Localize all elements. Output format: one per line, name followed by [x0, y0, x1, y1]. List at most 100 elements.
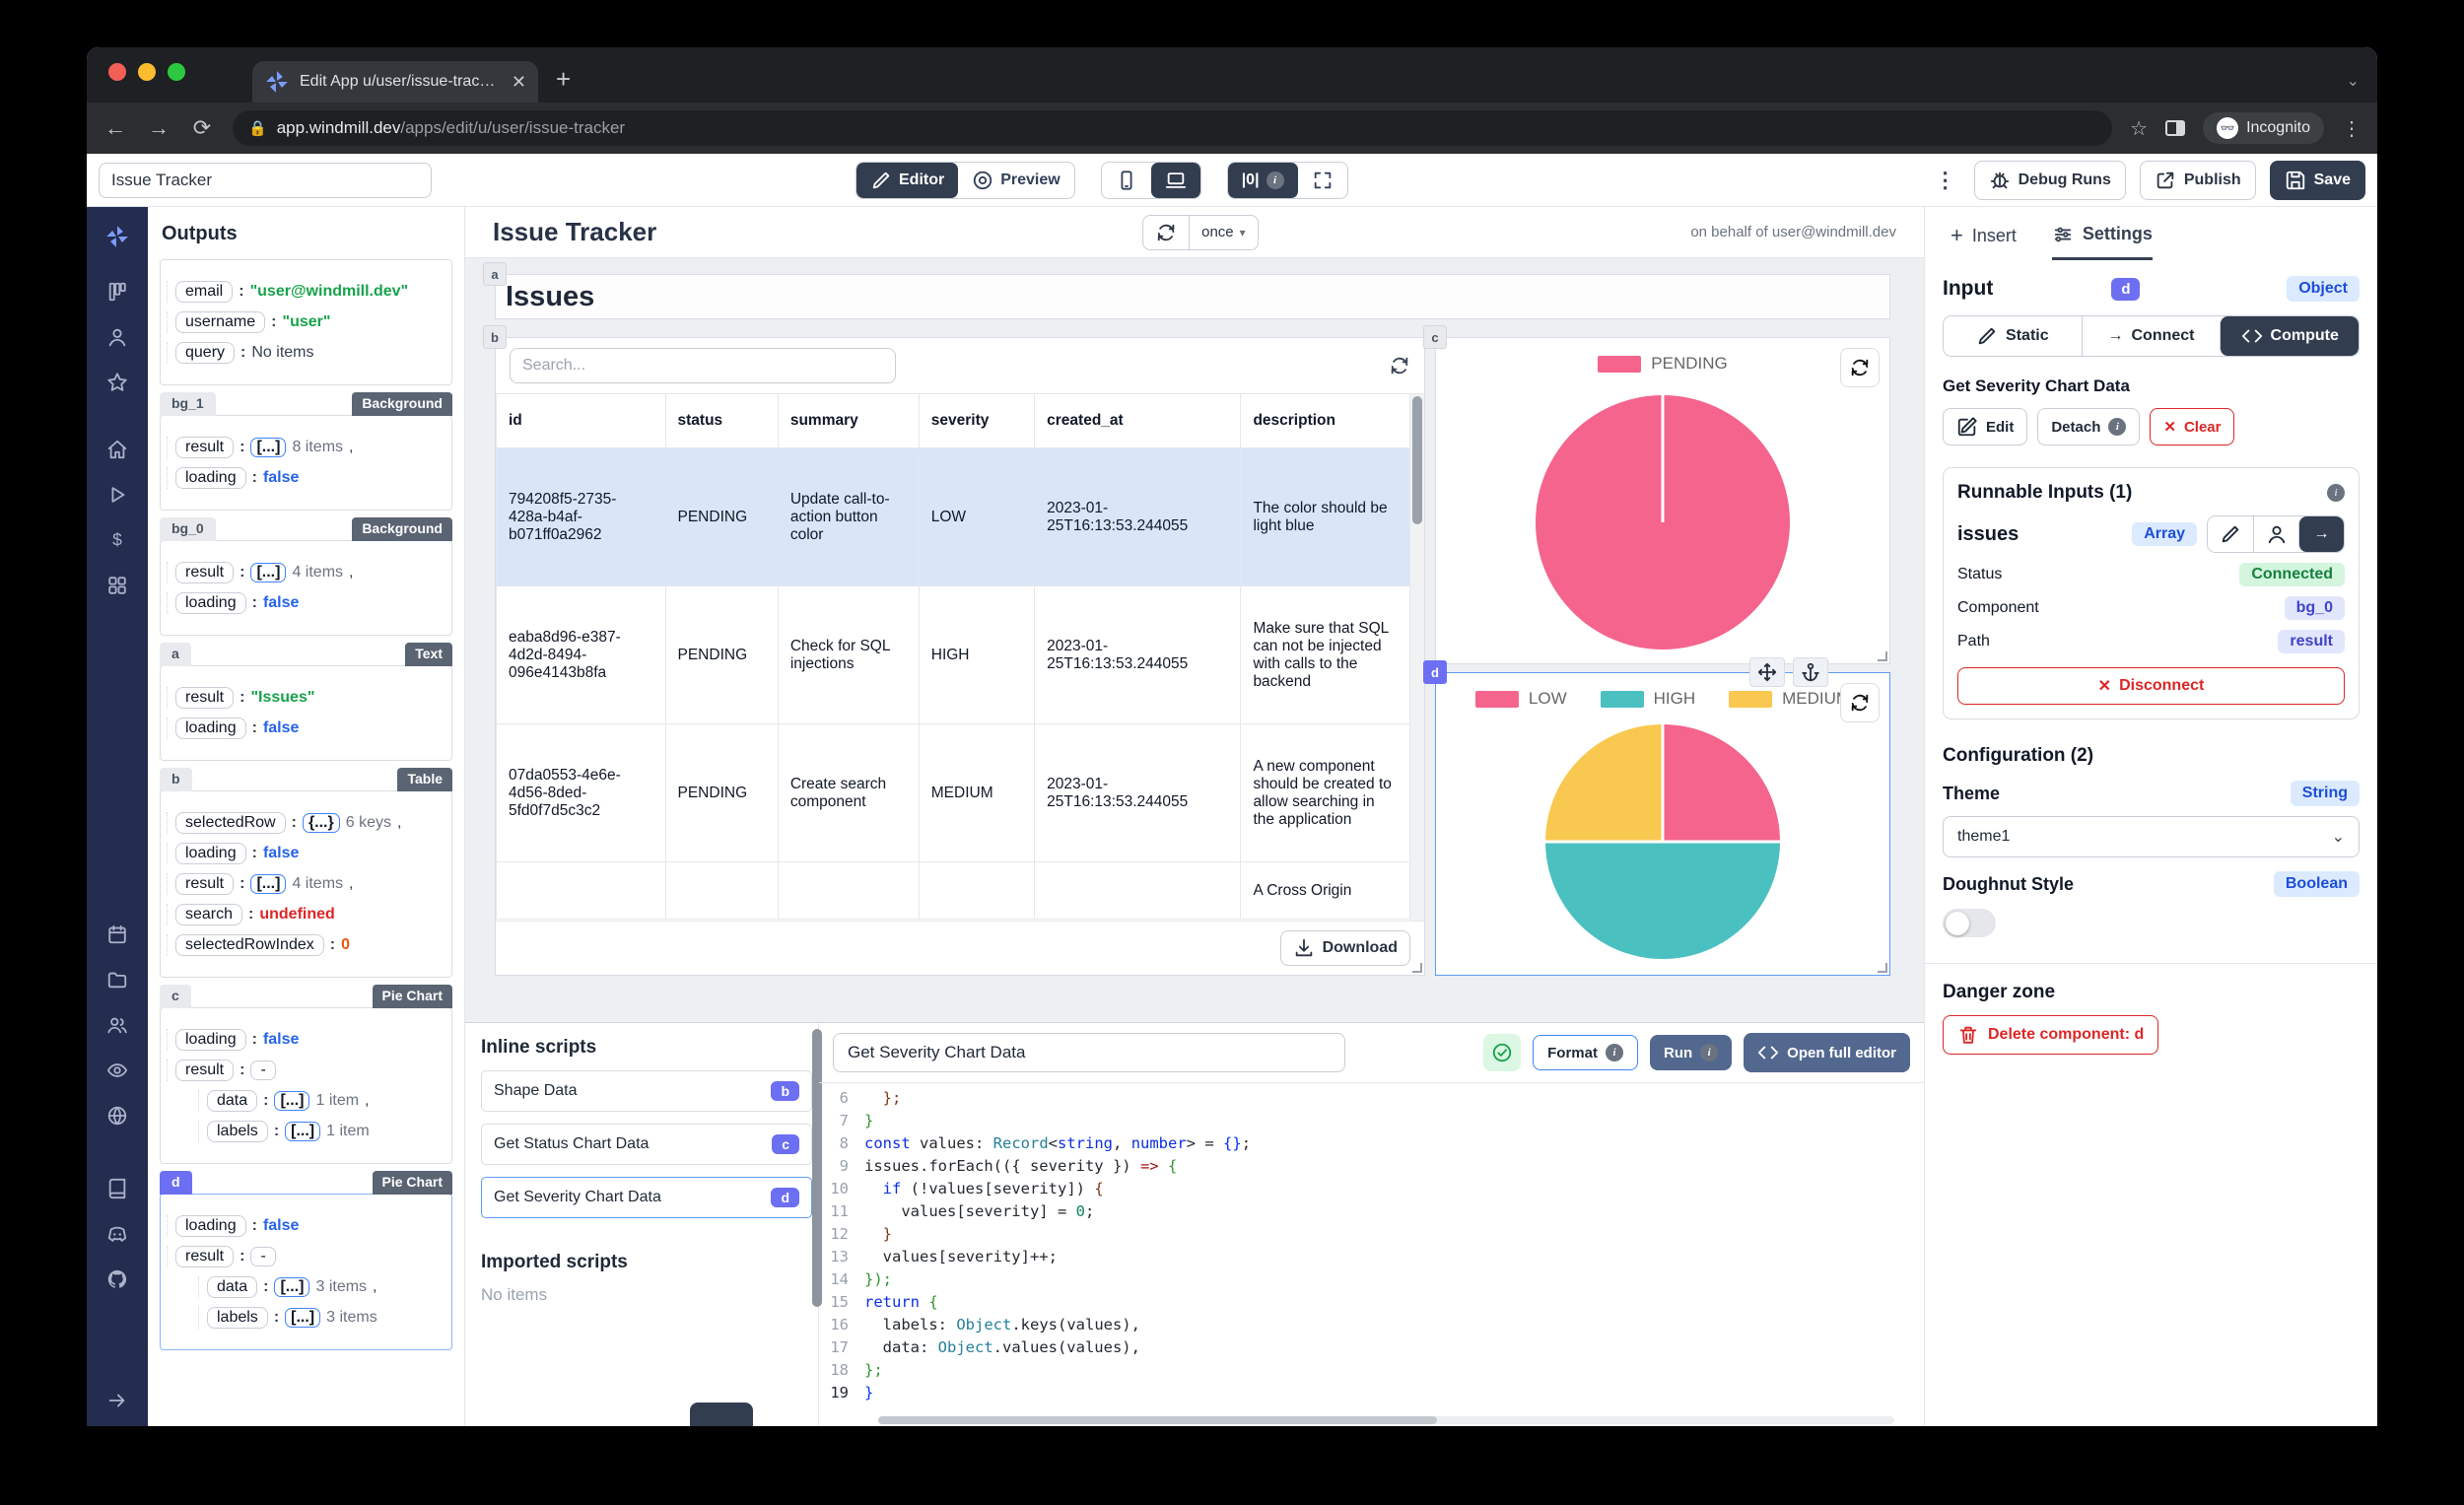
- output-card-a[interactable]: a Text result: "Issues" loading: false: [160, 643, 452, 761]
- output-collapsed-value[interactable]: [...]: [285, 1122, 321, 1141]
- table-cell[interactable]: LOW: [918, 447, 1036, 586]
- output-key[interactable]: email: [175, 281, 234, 303]
- output-key[interactable]: labels: [207, 1121, 268, 1142]
- table-row[interactable]: A Cross Origin: [496, 861, 1410, 920]
- code-line[interactable]: 12 }: [819, 1223, 1924, 1246]
- code-line[interactable]: 19}: [819, 1382, 1924, 1404]
- static-edit-icon[interactable]: [2208, 516, 2253, 552]
- output-collapsed-value[interactable]: [...]: [285, 1308, 321, 1328]
- compute-tab[interactable]: Compute: [2220, 316, 2359, 356]
- code-line[interactable]: 8 const values: Record<string, number> = …: [819, 1132, 1924, 1155]
- table-cell[interactable]: A new component should be created to all…: [1240, 723, 1410, 862]
- code-line[interactable]: 10 if (!values[severity]) {: [819, 1178, 1924, 1200]
- play-icon[interactable]: [98, 475, 137, 514]
- legend-item[interactable]: PENDING: [1598, 354, 1728, 374]
- table-cell[interactable]: MEDIUM: [918, 723, 1036, 862]
- code-line[interactable]: 13 values[severity]++;: [819, 1246, 1924, 1268]
- new-tab-button[interactable]: +: [556, 64, 571, 95]
- output-key[interactable]: selectedRowIndex: [175, 934, 324, 956]
- minimize-window-button[interactable]: [138, 63, 156, 81]
- output-key[interactable]: result: [175, 1060, 235, 1081]
- mobile-view-button[interactable]: [1102, 163, 1151, 198]
- inline-script-item[interactable]: Get Status Chart Data c: [481, 1124, 812, 1165]
- user-input-icon[interactable]: [2253, 516, 2298, 552]
- output-collapsed-value[interactable]: [...]: [250, 563, 287, 582]
- output-key[interactable]: loading: [175, 718, 246, 739]
- table-cell[interactable]: 2023-01-25T16:13:53.244055: [1034, 723, 1242, 862]
- app-name-input[interactable]: Issue Tracker: [99, 162, 432, 198]
- table-cell[interactable]: [1034, 861, 1242, 920]
- side-panel-icon[interactable]: [2165, 120, 2186, 136]
- refresh-mode-dropdown[interactable]: once ▾: [1190, 216, 1258, 249]
- format-button[interactable]: Format i: [1533, 1035, 1638, 1070]
- app-refresh-button[interactable]: [1143, 215, 1191, 249]
- tab-search-chevron-icon[interactable]: ⌄: [2347, 71, 2360, 91]
- script-name-input[interactable]: Get Severity Chart Data: [833, 1033, 1345, 1072]
- detach-button[interactable]: Detach i: [2037, 408, 2141, 445]
- chart-d-refresh-button[interactable]: [1840, 683, 1880, 722]
- code-line[interactable]: 9 issues.forEach(({ severity }) => {: [819, 1155, 1924, 1178]
- column-header-summary[interactable]: summary: [777, 394, 920, 448]
- preview-mode-button[interactable]: Preview: [958, 163, 1073, 198]
- run-button[interactable]: Run i: [1649, 1035, 1733, 1070]
- star-icon[interactable]: [98, 363, 137, 402]
- output-key[interactable]: result: [175, 687, 235, 709]
- output-collapsed-value[interactable]: [...]: [250, 438, 287, 457]
- kanban-icon[interactable]: [98, 272, 137, 311]
- code-hscrollbar[interactable]: [878, 1416, 1894, 1424]
- resize-handle[interactable]: [1412, 963, 1422, 973]
- tab-settings[interactable]: Settings: [2051, 223, 2153, 260]
- text-component-a[interactable]: a Issues: [483, 262, 1890, 319]
- save-button[interactable]: Save: [2269, 160, 2365, 200]
- output-card-d[interactable]: d Pie Chart loading: false result: - data: [...…: [160, 1171, 452, 1350]
- table-cell[interactable]: PENDING: [664, 585, 779, 724]
- zoom-window-button[interactable]: [168, 63, 185, 81]
- table-refresh-icon[interactable]: [1389, 355, 1410, 376]
- editor-mode-button[interactable]: Editor: [856, 162, 959, 198]
- table-cell[interactable]: [777, 861, 920, 920]
- back-icon[interactable]: ←: [103, 115, 128, 141]
- code-editor[interactable]: 6 }; 7} 8 const values: Record<string, numb…: [819, 1082, 1924, 1426]
- table-cell[interactable]: HIGH: [918, 585, 1036, 724]
- calendar-icon[interactable]: [98, 915, 137, 954]
- output-key[interactable]: username: [175, 311, 266, 333]
- browser-menu-icon[interactable]: ⋮: [2342, 116, 2361, 141]
- code-line[interactable]: 6 };: [819, 1087, 1924, 1110]
- table-cell[interactable]: [918, 861, 1036, 920]
- pie-chart-component-c[interactable]: c PENDING: [1423, 325, 1890, 664]
- apps-icon[interactable]: [98, 566, 137, 605]
- arrow-right-icon[interactable]: [98, 1381, 137, 1420]
- table-cell[interactable]: Update call-to-action button color: [777, 447, 920, 586]
- table-cell[interactable]: 2023-01-25T16:13:53.244055: [1034, 447, 1242, 586]
- table-cell[interactable]: Make sure that SQL can not be injected w…: [1240, 585, 1410, 724]
- table-cell[interactable]: eaba8d96-e387-4d2d-8494-096e4143b8fa: [496, 585, 666, 724]
- output-collapsed-value[interactable]: [...]: [274, 1277, 310, 1297]
- table-cell[interactable]: [664, 861, 779, 920]
- output-collapsed-value[interactable]: [...]: [250, 874, 287, 894]
- code-line[interactable]: 17 data: Object.values(values),: [819, 1336, 1924, 1359]
- column-header-status[interactable]: status: [664, 394, 779, 448]
- outputs-toggle-button[interactable]: |0| i: [1227, 162, 1298, 198]
- output-key[interactable]: result: [175, 873, 235, 895]
- theme-select[interactable]: theme1 ⌄: [1943, 816, 2360, 857]
- table-search-input[interactable]: Search...: [510, 348, 896, 383]
- debug-runs-button[interactable]: Debug Runs: [1973, 160, 2126, 200]
- table-cell[interactable]: PENDING: [664, 447, 779, 586]
- drawer-handle[interactable]: [690, 1402, 753, 1426]
- code-line[interactable]: 18};: [819, 1359, 1924, 1382]
- legend-item[interactable]: LOW: [1474, 689, 1567, 709]
- table-cell[interactable]: 2023-01-25T16:13:53.244055: [1034, 585, 1242, 724]
- open-full-editor-button[interactable]: Open full editor: [1744, 1033, 1910, 1072]
- download-button[interactable]: Download: [1279, 930, 1410, 966]
- table-cell[interactable]: A Cross Origin: [1240, 861, 1410, 920]
- code-line[interactable]: 11 values[severity] = 0;: [819, 1200, 1924, 1223]
- table-cell[interactable]: 794208f5-2735-428a-b4af-b071ff0a2962: [496, 447, 666, 586]
- close-window-button[interactable]: [108, 63, 126, 81]
- connect-tab[interactable]: → Connect: [2081, 316, 2221, 356]
- table-row[interactable]: 07da0553-4e6e-4d56-8ded-5fd0f7d5c3c2 PEND…: [496, 723, 1410, 862]
- table-cell[interactable]: 07da0553-4e6e-4d56-8ded-5fd0f7d5c3c2: [496, 723, 666, 862]
- column-header-created_at[interactable]: created_at: [1034, 394, 1242, 448]
- output-key[interactable]: loading: [175, 1029, 246, 1051]
- delete-component-button[interactable]: Delete component: d: [1943, 1015, 2159, 1055]
- clear-button[interactable]: ✕ Clear: [2150, 408, 2235, 445]
